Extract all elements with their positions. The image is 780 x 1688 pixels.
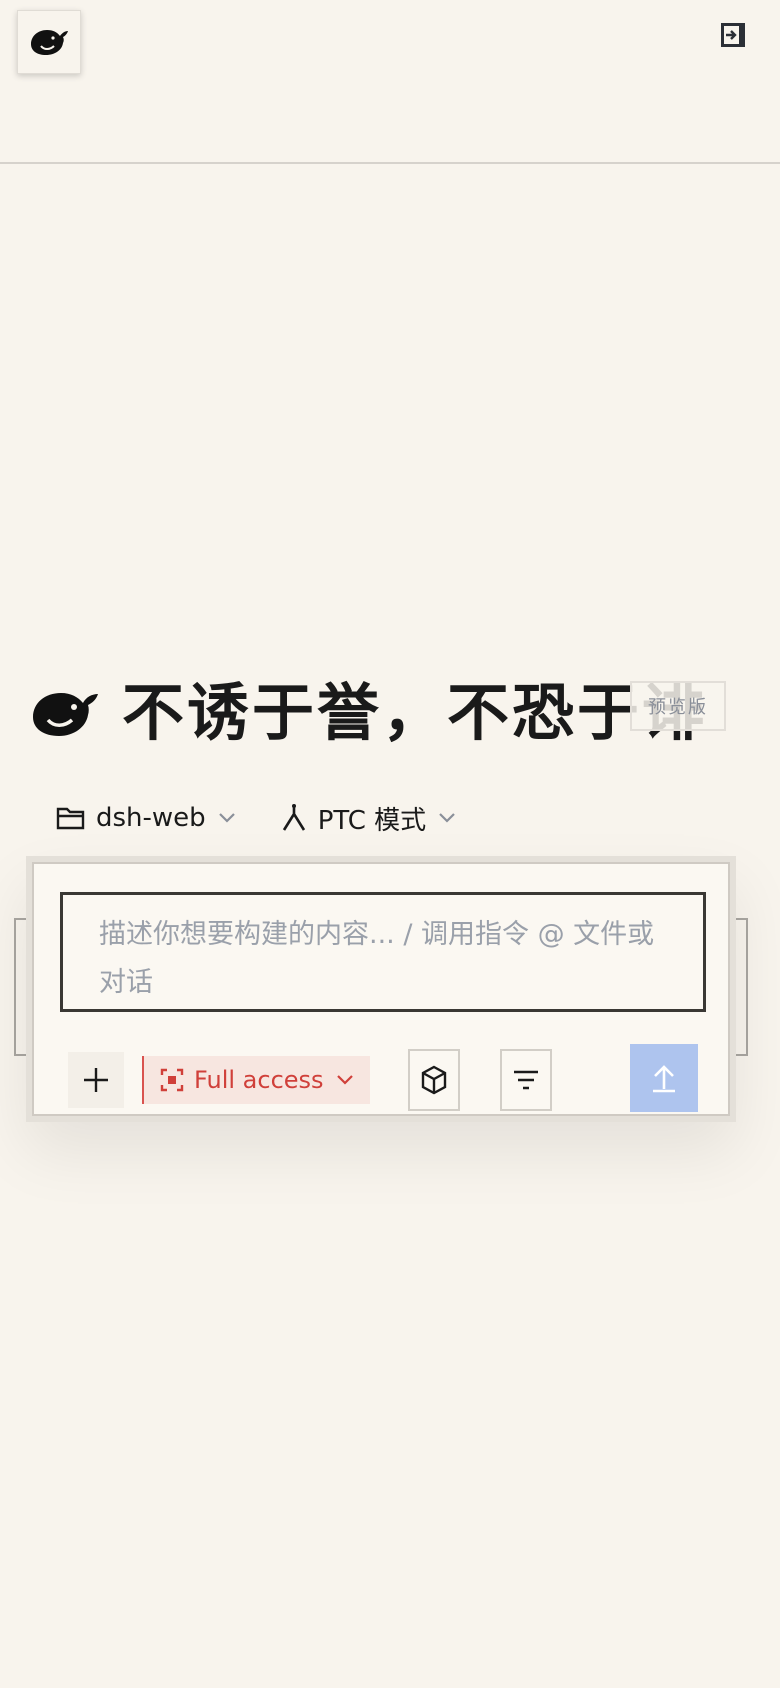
sidebar-expand-icon bbox=[721, 23, 745, 47]
arrow-up-icon bbox=[653, 1065, 675, 1093]
send-button[interactable] bbox=[630, 1044, 698, 1112]
cube-icon bbox=[421, 1065, 447, 1095]
top-bar bbox=[0, 0, 780, 164]
filter-icon bbox=[514, 1070, 538, 1090]
sidebar-expand-button[interactable] bbox=[716, 18, 750, 52]
folder-icon bbox=[56, 807, 85, 830]
whale-logo-icon bbox=[33, 693, 98, 736]
project-label: dsh-web bbox=[96, 803, 206, 833]
chevron-down-icon bbox=[439, 813, 455, 823]
hero-heading: 不诱于誉，不恐于诽 bbox=[30, 668, 722, 758]
access-level-dropdown[interactable]: Full access bbox=[142, 1056, 370, 1104]
full-access-icon bbox=[160, 1068, 184, 1092]
branch-icon bbox=[282, 804, 305, 831]
preview-badge: 预览版 bbox=[630, 681, 726, 731]
chevron-down-icon bbox=[336, 1075, 353, 1085]
whale-logo-icon bbox=[31, 30, 68, 55]
mode-selector[interactable]: PTC 模式 bbox=[280, 800, 456, 837]
selector-row: dsh-web PTC 模式 bbox=[56, 798, 500, 838]
logo-button[interactable] bbox=[17, 10, 81, 74]
plus-icon bbox=[84, 1068, 108, 1092]
project-selector[interactable]: dsh-web bbox=[56, 803, 236, 833]
access-label: Full access bbox=[194, 1066, 324, 1094]
add-attachment-button[interactable] bbox=[68, 1052, 124, 1108]
mode-label: PTC 模式 bbox=[317, 805, 427, 836]
model-button[interactable] bbox=[408, 1049, 460, 1111]
composer-toolbar: Full access bbox=[34, 864, 728, 1114]
chevron-down-icon bbox=[218, 813, 235, 823]
filter-button[interactable] bbox=[500, 1049, 552, 1111]
composer-panel: 描述你想要构建的内容... / 调用指令 @ 文件或对话 Full access bbox=[32, 862, 730, 1116]
